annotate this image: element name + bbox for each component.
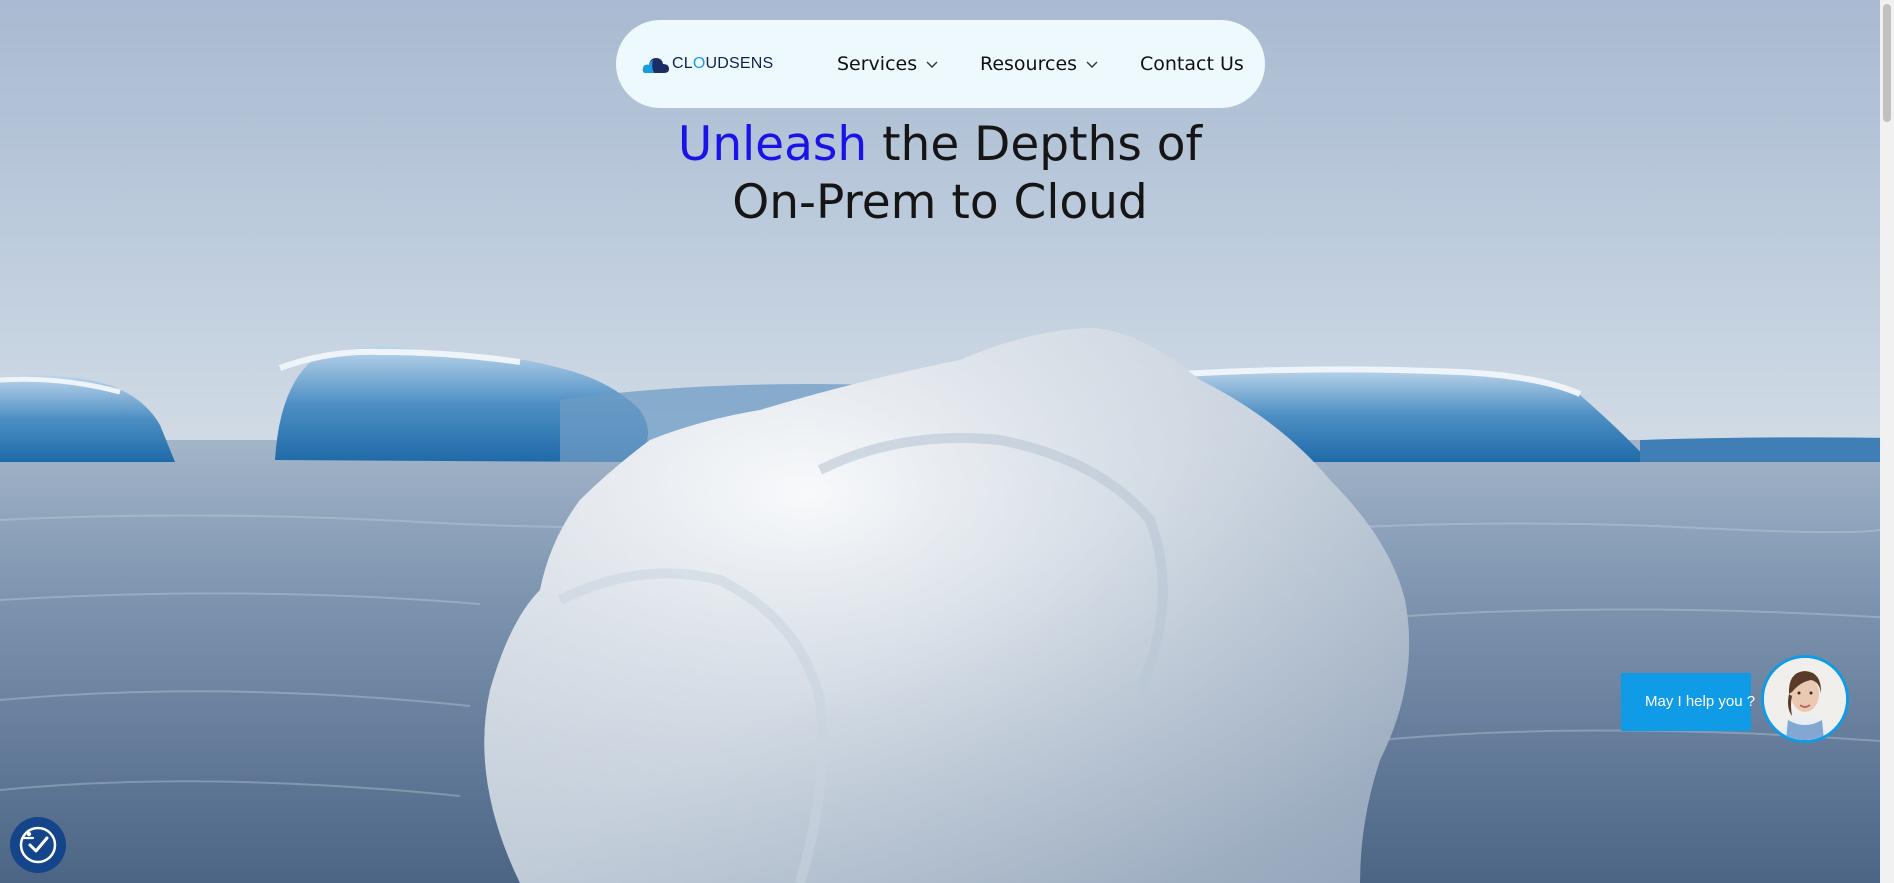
- cloudsens-logo[interactable]: CLOUDSENS: [642, 50, 773, 78]
- nav-resources[interactable]: Resources: [980, 50, 1099, 78]
- nav-contact-label: Contact Us: [1140, 53, 1244, 75]
- nav-services[interactable]: Services: [837, 50, 939, 78]
- chevron-down-icon: [1086, 61, 1098, 68]
- accessibility-icon: [19, 826, 57, 864]
- top-navigation: CLOUDSENS Services Resources Contact Us: [616, 20, 1265, 108]
- scrollbar-thumb[interactable]: [1883, 4, 1891, 122]
- hero-headline-rest: the Depths of: [867, 117, 1203, 172]
- accessibility-button[interactable]: [10, 817, 66, 873]
- page: CLOUDSENS Services Resources Contact Us …: [0, 0, 1894, 883]
- cloud-logo-icon: [642, 58, 669, 73]
- hero-headline: Unleash the Depths of On-Prem to Cloud: [0, 116, 1880, 232]
- chat-help-label: May I help you ?: [1645, 693, 1756, 710]
- nav-services-label: Services: [837, 53, 918, 75]
- assistant-avatar-icon: [1764, 658, 1846, 740]
- nav-contact-us[interactable]: Contact Us: [1140, 50, 1244, 78]
- hero-headline-line2: On-Prem to Cloud: [732, 175, 1148, 230]
- nav-resources-label: Resources: [980, 53, 1078, 75]
- brand-name: CLOUDSENS: [672, 55, 774, 72]
- assistant-avatar[interactable]: [1761, 655, 1849, 743]
- chevron-down-icon: [926, 61, 938, 68]
- hero-headline-accent: Unleash: [677, 117, 868, 172]
- page-scrollbar[interactable]: [1880, 0, 1894, 883]
- chat-help-button[interactable]: May I help you ?: [1621, 673, 1755, 731]
